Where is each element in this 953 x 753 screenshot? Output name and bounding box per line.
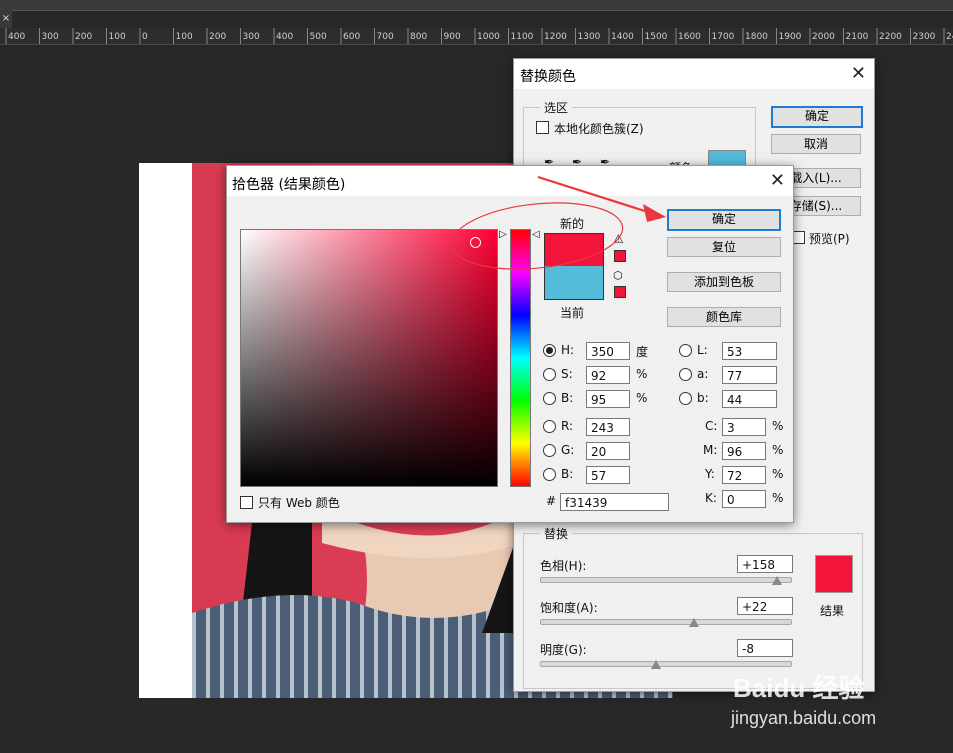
watermark-logo: Baidu 经验 xyxy=(733,673,865,703)
watermark-url: jingyan.baidu.com xyxy=(731,708,877,728)
annotation-arrow-head xyxy=(643,204,666,222)
annotation-overlay xyxy=(450,175,666,270)
annotation-ellipse xyxy=(450,202,624,270)
watermark: Baidu 经验 jingyan.baidu.com xyxy=(727,668,937,738)
